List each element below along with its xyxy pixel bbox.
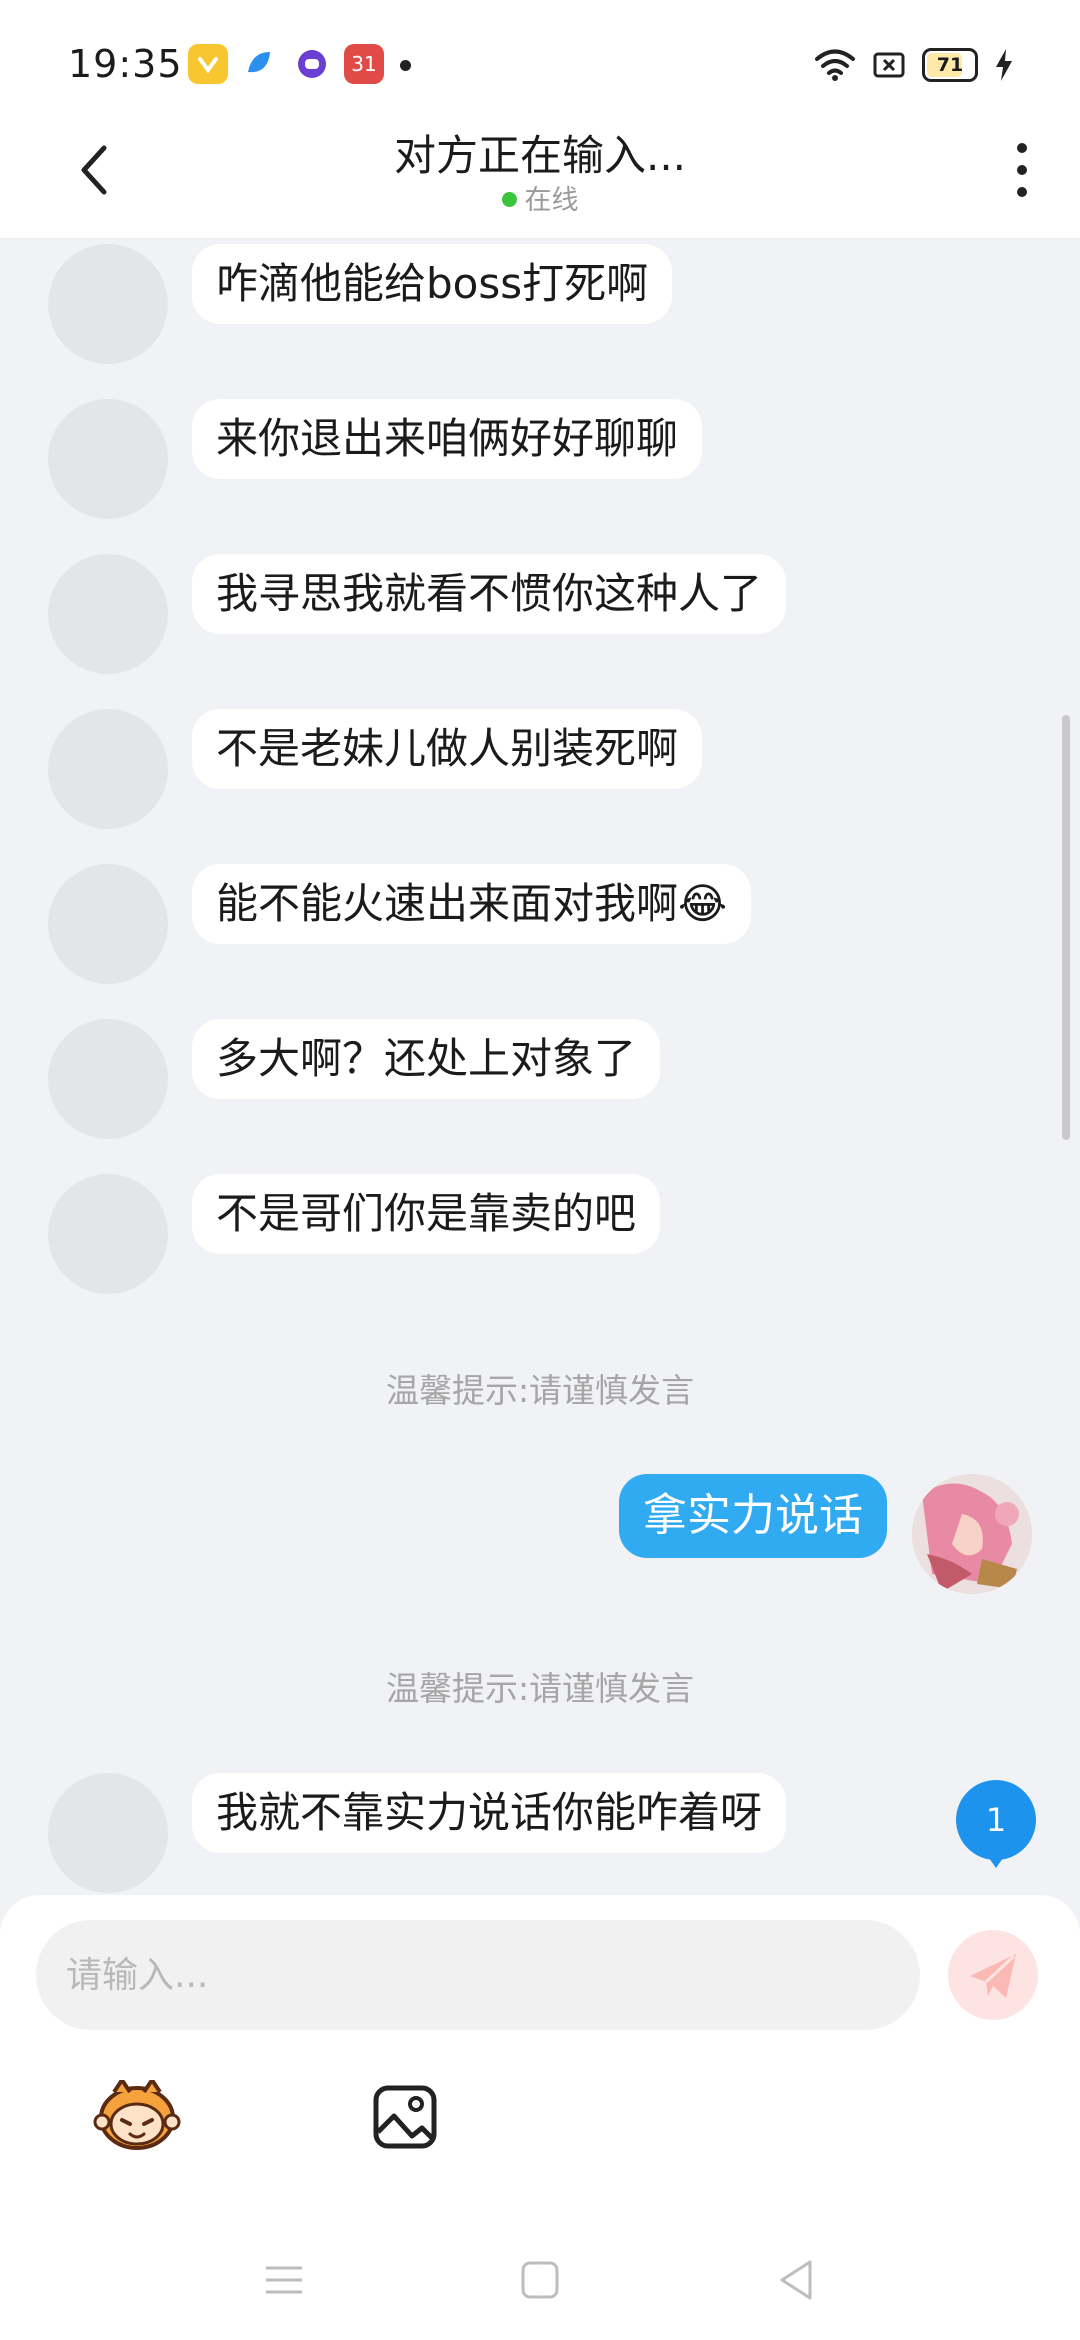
purple-app-icon [292,44,332,84]
message-bubble[interactable]: 我就不靠实力说话你能咋着呀 [192,1773,787,1853]
status-right: 71 [814,44,1014,86]
battery-level: 71 [936,54,964,76]
menu-icon[interactable] [262,2258,306,2302]
calendar-badge: 31 [351,52,377,76]
online-status-label: 在线 [524,185,579,216]
message-bubble[interactable]: 多大啊？还处上对象了 [192,1019,661,1099]
message-bubble[interactable]: 不是老妹儿做人别装死啊 [192,709,703,789]
yellow-heart-app-icon [188,44,228,84]
chat-title: 对方正在输入... [393,131,687,180]
message-input[interactable] [36,1920,920,2030]
battery-icon: 71 [922,48,978,82]
message-bubble[interactable]: 来你退出来咱俩好好聊聊 [192,399,703,479]
system-tip: 温馨提示:请谨慎发言 [385,1371,695,1410]
sim-off-icon [873,52,905,78]
my-avatar[interactable] [912,1474,1032,1594]
emoji-mascot-icon[interactable] [92,2080,182,2152]
more-notifications-dot [400,60,411,71]
image-icon[interactable] [372,2084,438,2150]
online-dot [501,192,517,207]
message-bubble[interactable]: 不是哥们你是靠卖的吧 [192,1174,661,1254]
chat-header: 对方正在输入... 在线 [0,110,1080,239]
contact-avatar[interactable] [48,709,168,829]
contact-avatar[interactable] [48,1019,168,1139]
my-message-bubble[interactable]: 拿实力说话 [619,1474,887,1558]
home-icon[interactable] [518,2258,562,2302]
online-status: 在线 [0,178,1080,217]
wifi-icon [815,49,855,81]
blue-app-icon [240,44,280,84]
contact-avatar[interactable] [48,864,168,984]
system-nav-bar [0,2220,1080,2340]
scrollbar[interactable] [1062,715,1070,1140]
message-bubble[interactable]: 能不能火速出来面对我啊😂 [192,864,752,944]
unread-badge-tail [982,1848,1010,1868]
calendar-app-icon: 31 [344,44,384,84]
message-bubble[interactable]: 咋滴他能给boss打死啊 [192,244,673,324]
status-time: 19:35 [68,42,183,86]
charging-icon [996,49,1012,81]
contact-avatar[interactable] [48,399,168,519]
contact-avatar[interactable] [48,244,168,364]
back-triangle-icon[interactable] [774,2258,818,2302]
contact-avatar[interactable] [48,1773,168,1893]
send-button[interactable] [948,1930,1038,2020]
contact-avatar[interactable] [48,554,168,674]
more-options-icon[interactable] [1010,140,1034,200]
contact-avatar[interactable] [48,1174,168,1294]
system-tip: 温馨提示:请谨慎发言 [385,1669,695,1708]
paper-plane-icon [970,1954,1016,1998]
message-bubble[interactable]: 我寻思我就看不惯你这种人了 [192,554,787,634]
